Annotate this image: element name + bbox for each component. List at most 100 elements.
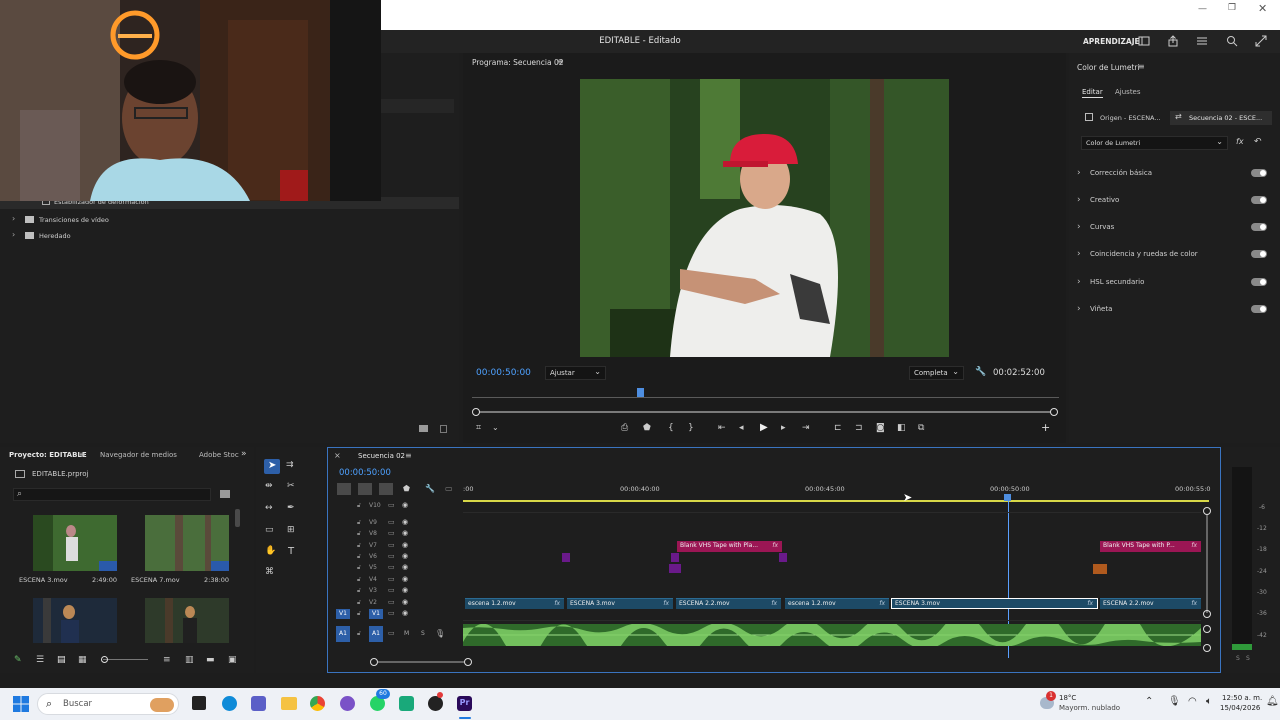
clip-thumbnail[interactable]: [145, 598, 229, 643]
timeline-playhead-handle[interactable]: [1004, 494, 1011, 501]
v-scroll-top[interactable]: [1203, 507, 1211, 515]
tab-proyecto[interactable]: Proyecto: EDITABLE: [9, 451, 87, 459]
clock-time[interactable]: 12:50 a. m.: [1222, 694, 1262, 702]
rectangle-icon[interactable]: ▭: [265, 525, 274, 535]
timeline-timecode[interactable]: 00:00:50:00: [339, 468, 391, 478]
sync-icon[interactable]: ▭: [388, 529, 395, 537]
automate-icon[interactable]: ▥: [185, 655, 194, 665]
nest-toggle-icon[interactable]: [337, 483, 351, 495]
a-scroll-top[interactable]: [1203, 625, 1211, 633]
fit-select[interactable]: Ajustar ⌄: [545, 366, 606, 380]
fx-badge[interactable]: fx: [1191, 542, 1197, 549]
slide-icon[interactable]: ⊞: [287, 525, 295, 535]
share-icon[interactable]: [1167, 35, 1179, 47]
lock-icon[interactable]: 🔓︎: [357, 576, 361, 584]
github-icon[interactable]: [428, 696, 443, 711]
v6-small-clip[interactable]: [671, 553, 679, 562]
track-header-a1[interactable]: A1 🔓︎ A1 ▭ M S 🎙︎: [336, 624, 445, 646]
project-search-input[interactable]: ⌕: [13, 488, 211, 501]
tab-adobe-stock[interactable]: Adobe Stoc: [199, 451, 239, 459]
tab-ajustes[interactable]: Ajustes: [1115, 88, 1141, 96]
wrench-icon[interactable]: 🔧: [975, 367, 986, 377]
sync-icon[interactable]: ▭: [388, 609, 395, 617]
fx-badge[interactable]: fx: [771, 600, 777, 607]
microphone-icon[interactable]: 🎙︎: [1168, 696, 1181, 707]
program-timecode[interactable]: 00:00:50:00: [476, 368, 531, 378]
search-icon[interactable]: [1226, 35, 1238, 47]
adjustment-clip[interactable]: Blank VHS Tape with P... fx: [1100, 541, 1201, 552]
section-curvas[interactable]: › Curvas: [1077, 221, 1267, 235]
sync-icon[interactable]: ▭: [388, 501, 395, 509]
teams-icon[interactable]: [251, 696, 266, 711]
sync-icon[interactable]: ▭: [388, 575, 395, 583]
premiere-icon[interactable]: Pr: [457, 696, 472, 711]
fx-badge[interactable]: fx: [554, 600, 560, 607]
fx-badge[interactable]: fx: [1191, 600, 1197, 607]
track-header-v6[interactable]: 🔓︎ V6 ▭ ◉: [340, 552, 430, 563]
extract-icon[interactable]: ⊐: [855, 423, 863, 433]
panel-menu-icon[interactable]: ≡: [1138, 62, 1145, 71]
a-scroll-bottom[interactable]: [1203, 644, 1211, 652]
clip-thumbnail[interactable]: [145, 515, 229, 571]
icon-view-icon[interactable]: ▤: [57, 655, 66, 665]
zoom-slider-handle[interactable]: [101, 656, 108, 663]
eye-icon[interactable]: ◉: [402, 552, 408, 560]
track-header-v8[interactable]: 🔓︎ V8 ▭ ◉: [340, 529, 430, 540]
section-toggle[interactable]: [1251, 196, 1267, 204]
wrench-icon[interactable]: 🔧: [425, 484, 435, 493]
a1-audio-clip[interactable]: [463, 624, 1201, 646]
solo-right[interactable]: S: [1246, 655, 1250, 662]
list-item[interactable]: › Transiciones de vídeo: [12, 214, 312, 226]
aprendizaje-tab[interactable]: APRENDIZAJE: [1083, 37, 1140, 46]
clock-date[interactable]: 15/04/2026: [1220, 704, 1260, 712]
list-view-icon[interactable]: ☰: [36, 655, 44, 665]
v1-target[interactable]: V1: [369, 609, 383, 619]
trash-icon[interactable]: [440, 425, 447, 433]
zoom-slider[interactable]: [103, 659, 148, 660]
sequence-tab[interactable]: ⇄ Secuencia 02 - ESCE...: [1170, 111, 1272, 125]
restore-icon[interactable]: ❐: [1228, 3, 1236, 13]
sequence-tab[interactable]: Secuencia 02: [358, 452, 405, 460]
microphone-icon[interactable]: 🎙︎: [435, 629, 445, 638]
new-item-icon[interactable]: ▣: [228, 655, 237, 665]
play-icon[interactable]: ▶: [760, 422, 768, 433]
lock-icon[interactable]: 🔓︎: [357, 610, 361, 618]
section-toggle[interactable]: [1251, 250, 1267, 258]
track-header-v9[interactable]: 🔓︎ V9 ▭ ◉: [340, 518, 430, 529]
eye-icon[interactable]: ◉: [402, 609, 408, 617]
fx-badge[interactable]: fx: [772, 542, 778, 549]
mark-out-icon[interactable]: }: [688, 423, 694, 433]
linked-selection-icon[interactable]: [379, 483, 393, 495]
fx-badge[interactable]: fx: [1087, 600, 1093, 607]
v5-orange-clip[interactable]: [1093, 564, 1107, 574]
add-button-icon[interactable]: +: [1041, 421, 1050, 434]
eye-icon[interactable]: ◉: [402, 598, 408, 606]
v1-clip[interactable]: ESCENA 2.2.mov fx: [676, 598, 781, 609]
track-select-icon[interactable]: ⇉: [286, 460, 294, 470]
v1-clip[interactable]: ESCENA 2.2.mov fx: [1100, 598, 1201, 609]
proxy-icon[interactable]: ⧉: [918, 423, 924, 433]
go-to-in-icon[interactable]: ⇤: [718, 423, 726, 433]
messenger-icon[interactable]: [340, 696, 355, 711]
step-back-icon[interactable]: ◂: [739, 423, 744, 433]
eye-icon[interactable]: ◉: [402, 529, 408, 537]
chevron-right-icon[interactable]: ›: [12, 214, 15, 223]
menu-icon[interactable]: [1196, 35, 1208, 47]
notifications-icon[interactable]: 🔔︎: [1266, 696, 1279, 707]
section-vineta[interactable]: › Viñeta: [1077, 303, 1267, 317]
marker-icon[interactable]: ⬟: [643, 423, 651, 433]
program-playhead[interactable]: [637, 388, 644, 397]
a1-target[interactable]: A1: [369, 626, 383, 642]
fx-badge[interactable]: fx: [879, 600, 885, 607]
fullscreen-icon[interactable]: [1255, 35, 1267, 47]
razor-icon[interactable]: ✂: [287, 481, 295, 491]
a1-source-patch[interactable]: A1: [336, 626, 350, 642]
new-bin-icon[interactable]: [220, 490, 230, 498]
v1-source-patch[interactable]: V1: [336, 609, 350, 619]
section-toggle[interactable]: [1251, 278, 1267, 286]
track-header-v1[interactable]: V1 🔓︎ V1 ▭ ◉: [336, 609, 430, 620]
lock-icon[interactable]: 🔓︎: [357, 519, 361, 527]
snap-icon[interactable]: [358, 483, 372, 495]
sync-icon[interactable]: ▭: [388, 552, 395, 560]
eye-icon[interactable]: ◉: [402, 518, 408, 526]
